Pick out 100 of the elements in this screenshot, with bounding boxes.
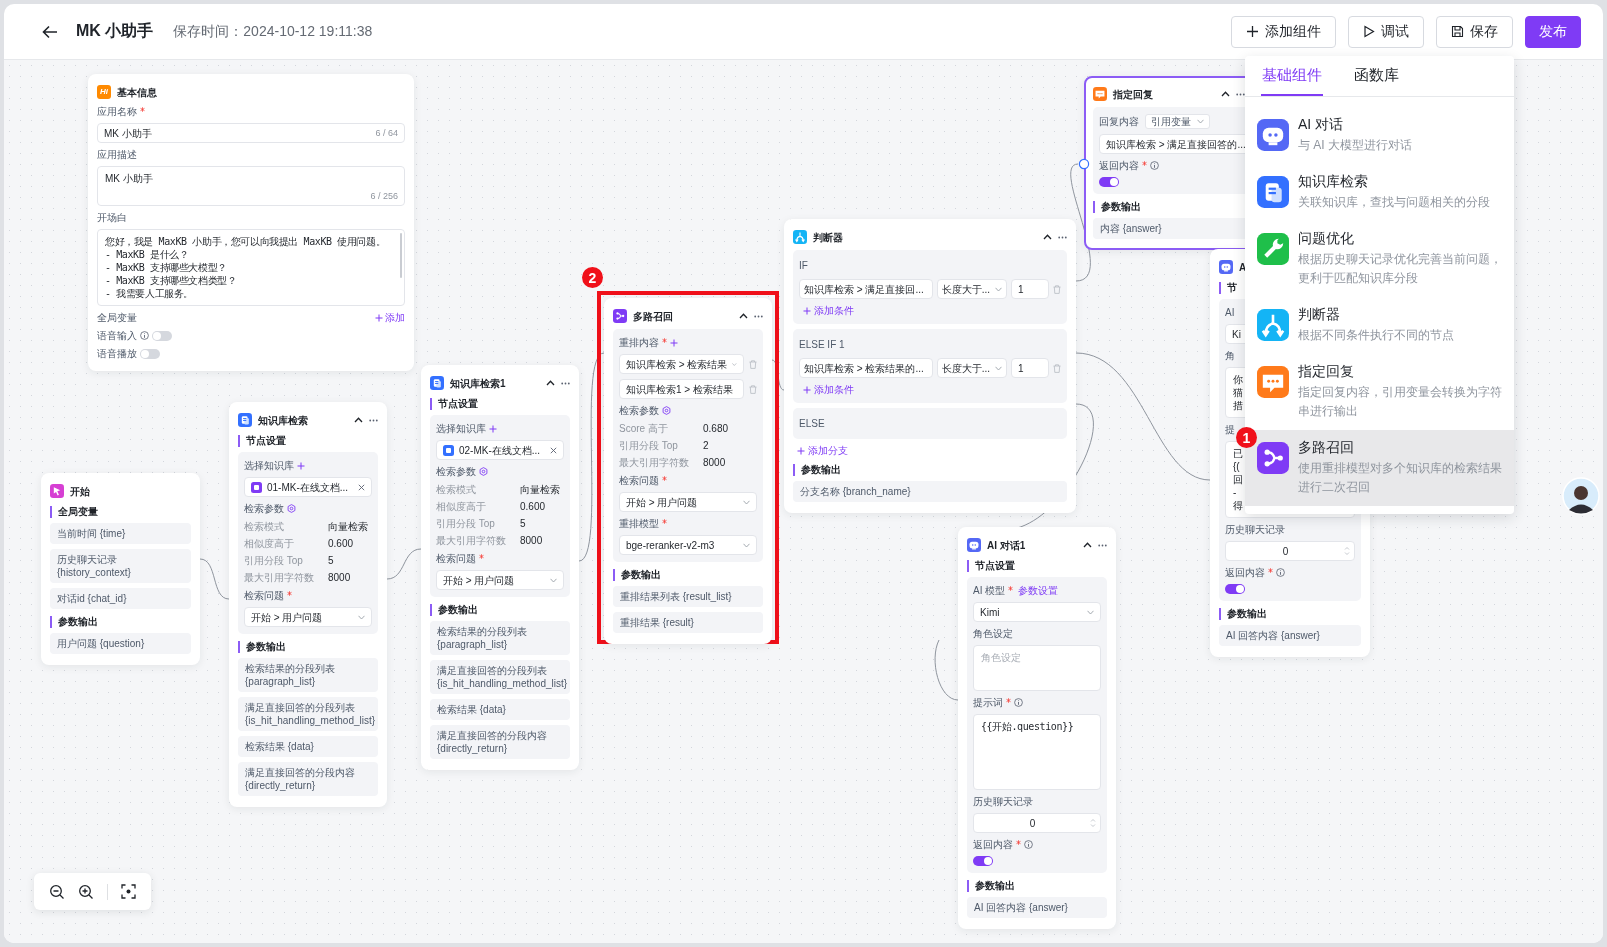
field-label: 历史聊天记录 bbox=[973, 795, 1033, 808]
field-label: 提示词 bbox=[973, 696, 1003, 709]
field-label: 应用名称 bbox=[97, 105, 137, 118]
component-description: 关联知识库，查找与问题相关的分段 bbox=[1298, 194, 1490, 211]
field-label: 检索参数 bbox=[619, 404, 659, 417]
param-value: 0.600 bbox=[520, 500, 547, 513]
param-label: 引用分段 Top bbox=[244, 554, 304, 567]
output-variable: 当前时间 {time} bbox=[50, 523, 191, 544]
output-variable: 历史聊天记录 {history_context} bbox=[50, 549, 191, 583]
app-title: MK 小助手 bbox=[76, 21, 154, 41]
param-value: 5 bbox=[328, 554, 335, 567]
component-title: 问题优化 bbox=[1298, 230, 1355, 248]
component-description: 指定回复内容，引用变量会转换为字符串进行输出 bbox=[1298, 384, 1503, 420]
component-title: 知识库检索 bbox=[1298, 173, 1369, 191]
node-title: A bbox=[1239, 260, 1248, 274]
param-value: 8000 bbox=[328, 571, 352, 584]
field-label: 检索问题 bbox=[244, 589, 284, 602]
node-title: 判断器 bbox=[813, 230, 844, 244]
output-variable: 检索结果的分段列表 {paragraph_list} bbox=[430, 621, 570, 655]
output-variable: 分支名称 {branch_name} bbox=[793, 481, 1067, 502]
param-label: 最大引用字符数 bbox=[436, 534, 506, 547]
branch-label: ELSE bbox=[799, 417, 826, 431]
param-value: 0.680 bbox=[703, 422, 730, 435]
field-label: 选择知识库 bbox=[436, 422, 486, 435]
param-value: 5 bbox=[520, 517, 527, 530]
section-heading: 全局变量 bbox=[50, 506, 191, 518]
step-badge: 2 bbox=[582, 267, 603, 288]
output-variable: 满足直接回答的分段列表 {is_hit_handling_method_list} bbox=[238, 697, 378, 731]
field-label: 检索参数 bbox=[436, 465, 476, 478]
param-label: 检索模式 bbox=[244, 520, 285, 533]
param-label: 相似度高于 bbox=[436, 500, 487, 513]
param-label: 最大引用字符数 bbox=[244, 571, 314, 584]
save-time: 保存时间：2024-10-12 19:11:38 bbox=[173, 22, 373, 41]
component-title: AI 对话 bbox=[1298, 116, 1345, 134]
field-label: 重排内容 bbox=[619, 336, 659, 349]
param-value: 2 bbox=[703, 439, 710, 452]
field-label: 全局变量 bbox=[97, 311, 137, 324]
section-heading: 节点设置 bbox=[238, 435, 378, 447]
output-variable: 检索结果 {data} bbox=[238, 736, 378, 757]
field-label: 开场白 bbox=[97, 211, 127, 224]
section-heading: 参数输出 bbox=[1219, 608, 1361, 620]
field-label: 提 bbox=[1225, 423, 1235, 436]
section-heading: 参数输出 bbox=[967, 880, 1107, 892]
node-title: 知识库检索1 bbox=[450, 376, 507, 390]
field-label: 角色设定 bbox=[973, 627, 1013, 640]
param-label: 引用分段 Top bbox=[436, 517, 496, 530]
output-variable: 满足直接回答的分段内容 {directly_return} bbox=[238, 762, 378, 796]
component-title: 多路召回 bbox=[1298, 439, 1355, 457]
field-label: 检索问题 bbox=[619, 474, 659, 487]
output-variable: 检索结果 {data} bbox=[430, 699, 570, 720]
param-label: Score 高于 bbox=[619, 422, 669, 435]
output-variable: 满足直接回答的分段列表 {is_hit_handling_method_list} bbox=[430, 660, 570, 694]
field-label: 回复内容 bbox=[1099, 115, 1139, 128]
node-title: 基本信息 bbox=[117, 85, 158, 99]
component-description: 使用重排模型对多个知识库的检索结果进行二次召回 bbox=[1298, 460, 1503, 496]
section-heading: 参数输出 bbox=[793, 464, 1067, 476]
section-heading: 节点设置 bbox=[430, 398, 570, 410]
field-label: 语音输入 bbox=[97, 329, 137, 342]
output-variable: 满足直接回答的分段内容 {directly_return} bbox=[430, 725, 570, 759]
output-variable: 对话id {chat_id} bbox=[50, 588, 191, 609]
section-heading: 参数输出 bbox=[613, 569, 763, 581]
field-label: AI bbox=[1225, 306, 1235, 319]
param-value: 向量检索 bbox=[328, 520, 369, 533]
node-title: 指定回复 bbox=[1113, 87, 1154, 101]
component-description: 与 AI 大模型进行对话 bbox=[1298, 137, 1412, 154]
field-label: 返回内容 bbox=[973, 838, 1013, 851]
component-title: 判断器 bbox=[1298, 306, 1341, 324]
field-label: 重排模型 bbox=[619, 517, 659, 530]
node-title: 多路召回 bbox=[633, 309, 674, 323]
output-variable: 重排结果列表 {result_list} bbox=[613, 586, 763, 607]
param-value: 8000 bbox=[703, 456, 727, 469]
node-title: AI 对话1 bbox=[987, 538, 1027, 552]
component-title: 指定回复 bbox=[1298, 363, 1355, 381]
branch-label: ELSE IF 1 bbox=[799, 338, 846, 352]
node-icon: Hi bbox=[97, 85, 111, 99]
field-label: 应用描述 bbox=[97, 148, 137, 161]
node-title: 知识库检索 bbox=[258, 413, 309, 427]
section-heading: 参数输出 bbox=[50, 616, 191, 628]
field-label: 语音播放 bbox=[97, 347, 137, 360]
output-variable: 用户问题 {question} bbox=[50, 633, 191, 654]
component-description: 根据不同条件执行不同的节点 bbox=[1298, 327, 1454, 344]
section-heading: 参数输出 bbox=[238, 641, 378, 653]
section-heading: 节点设置 bbox=[967, 560, 1107, 572]
field-label: 返回内容 bbox=[1225, 566, 1265, 579]
field-label: AI 模型 bbox=[973, 584, 1006, 597]
section-heading: 参数输出 bbox=[430, 604, 570, 616]
param-label: 检索模式 bbox=[436, 483, 477, 496]
branch-label: IF bbox=[799, 259, 809, 273]
field-label: 历史聊天记录 bbox=[1225, 523, 1285, 536]
param-label: 最大引用字符数 bbox=[619, 456, 689, 469]
output-variable: 检索结果的分段列表 {paragraph_list} bbox=[238, 658, 378, 692]
node-title: 开始 bbox=[70, 484, 91, 498]
param-value: 0.600 bbox=[328, 537, 355, 550]
field-label: 角 bbox=[1225, 349, 1235, 362]
field-label: 检索问题 bbox=[436, 552, 476, 565]
field-label: 返回内容 bbox=[1099, 159, 1139, 172]
output-variable: 重排结果 {result} bbox=[613, 612, 763, 633]
field-label: 检索参数 bbox=[244, 502, 284, 515]
field-label: 选择知识库 bbox=[244, 459, 294, 472]
param-value: 向量检索 bbox=[520, 483, 561, 496]
